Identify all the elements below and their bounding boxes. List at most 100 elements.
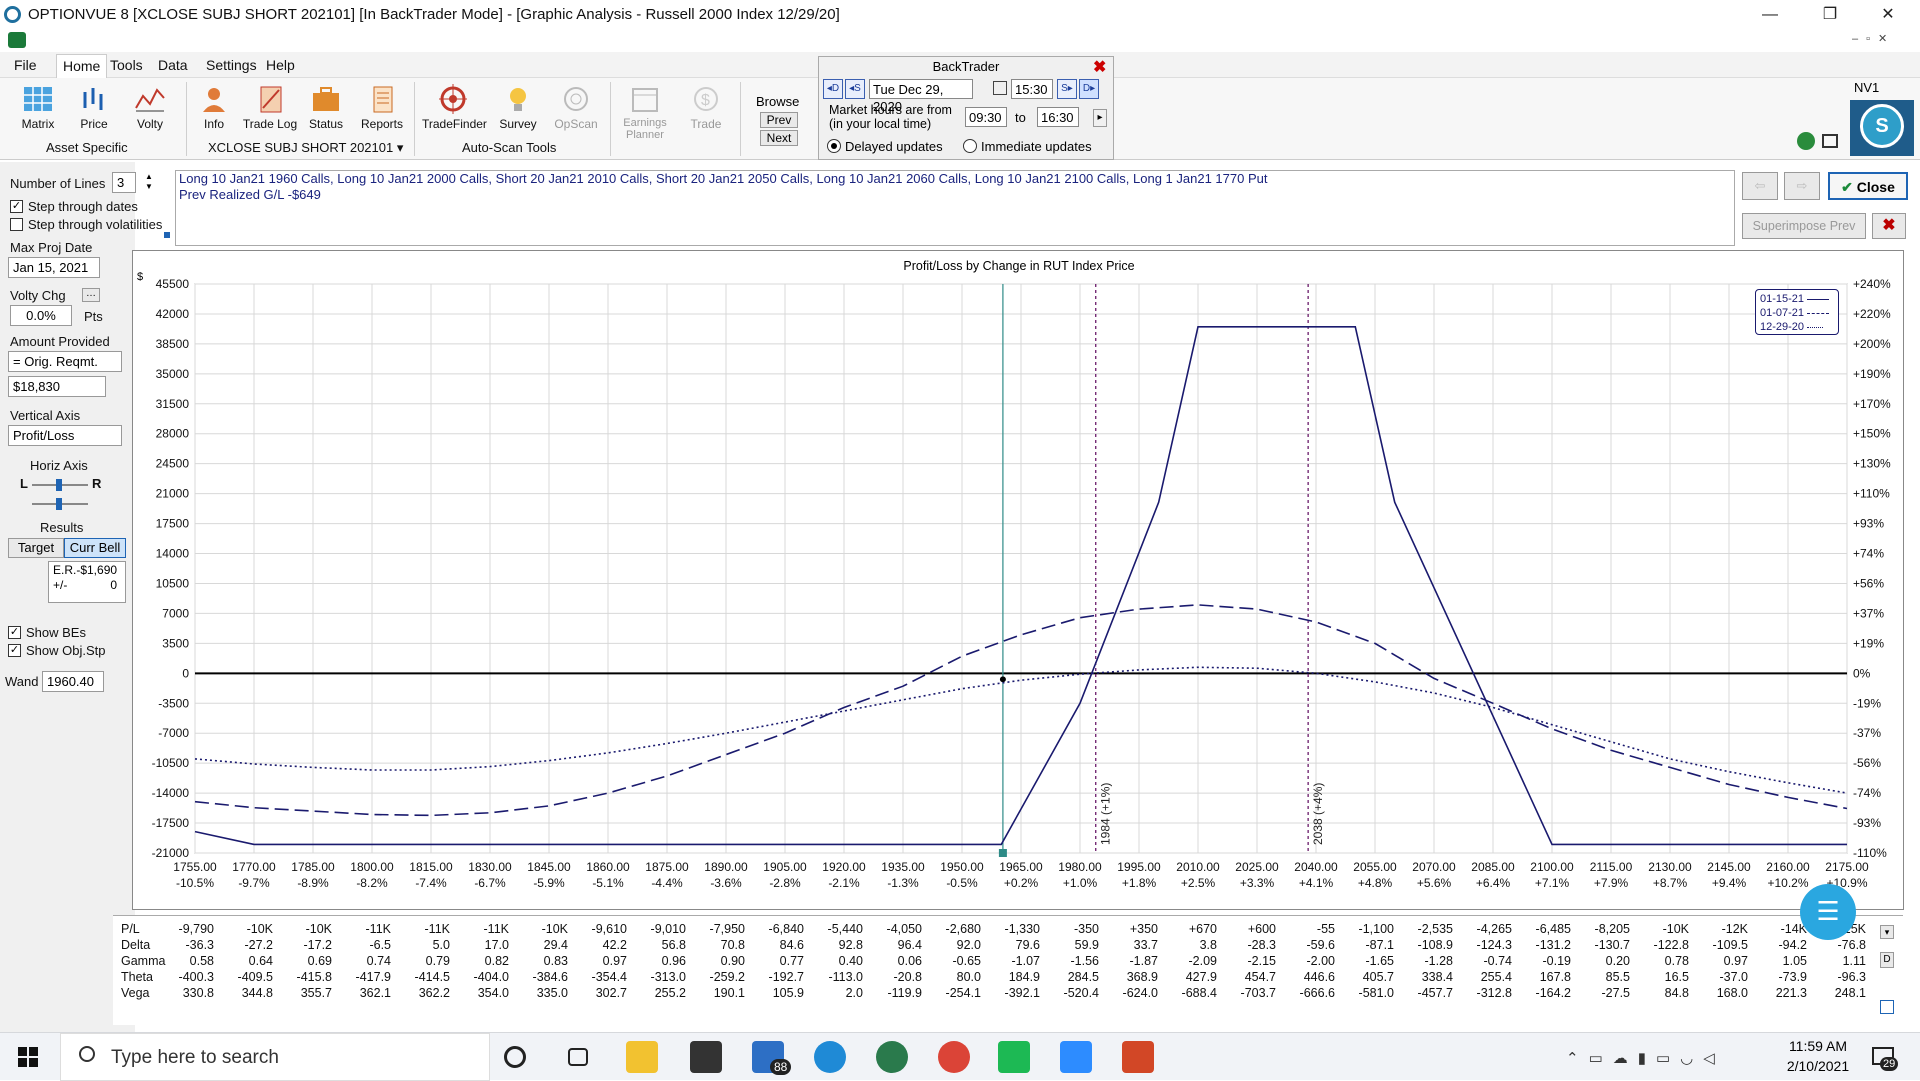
- step-vols-checkbox[interactable]: [10, 218, 23, 231]
- task-view-icon[interactable]: [568, 1048, 588, 1066]
- num-lines-spinner[interactable]: ▲ ▼: [143, 172, 155, 193]
- clear-x-button[interactable]: ✖: [1872, 213, 1906, 239]
- num-lines-input[interactable]: 3: [112, 172, 136, 193]
- zoom-icon[interactable]: [1060, 1041, 1092, 1073]
- status-button[interactable]: Status: [296, 84, 356, 131]
- survey-button[interactable]: Survey: [488, 84, 548, 131]
- chrome-icon[interactable]: [938, 1041, 970, 1073]
- menu-file[interactable]: File: [14, 57, 37, 73]
- filter-icon[interactable]: ☰: [1800, 884, 1856, 940]
- volty-button[interactable]: Volty: [120, 84, 180, 131]
- trade-log-button[interactable]: Trade Log: [240, 84, 300, 131]
- earnings-planner-label: Earnings Planner: [623, 117, 667, 141]
- horiz-zoom-slider[interactable]: [32, 498, 88, 510]
- windows-start-icon[interactable]: [18, 1047, 38, 1067]
- x-tick-pct-label: -9.7%: [238, 876, 270, 890]
- max-proj-input[interactable]: Jan 15, 2021: [8, 257, 100, 278]
- backtrader-time[interactable]: 15:30: [1011, 79, 1053, 99]
- volty-chg-input[interactable]: 0.0%: [10, 305, 72, 326]
- amount-select[interactable]: = Orig. Reqmt.: [8, 351, 122, 372]
- back-day-button[interactable]: ◂D: [823, 79, 843, 99]
- pm-value: 0: [110, 578, 117, 592]
- target-button[interactable]: Target: [8, 538, 64, 558]
- backtrader-date[interactable]: Tue Dec 29, 2020: [869, 79, 973, 114]
- taskbar-search[interactable]: Type here to search: [60, 1033, 490, 1081]
- back-step-button[interactable]: ◂S: [845, 79, 865, 99]
- restore-button[interactable]: ❐: [1808, 2, 1852, 28]
- refresh-icon[interactable]: [1797, 132, 1815, 150]
- forward-step-button[interactable]: S▸: [1057, 79, 1077, 99]
- immediate-radio[interactable]: [963, 139, 977, 153]
- hours-from-input[interactable]: 09:30: [965, 107, 1007, 127]
- greek-cell: 0.83: [543, 954, 568, 968]
- menu-tools[interactable]: Tools: [110, 57, 143, 73]
- export-icon[interactable]: [1880, 1000, 1894, 1014]
- system-tray[interactable]: ⌃▭☁▮▭◡◁: [1566, 1049, 1725, 1067]
- table-d-button[interactable]: D: [1880, 952, 1894, 968]
- info-button[interactable]: Info: [184, 84, 244, 131]
- price-button[interactable]: Price: [64, 84, 124, 131]
- x-tick-pct-label: +9.4%: [1712, 876, 1747, 890]
- trade-button[interactable]: $ Trade: [676, 84, 736, 131]
- opscan-button[interactable]: OpScan: [546, 84, 606, 131]
- spotify-icon[interactable]: [998, 1041, 1030, 1073]
- cortana-icon[interactable]: [504, 1046, 526, 1068]
- amount-input[interactable]: $18,830: [8, 376, 106, 397]
- tradefinder-button[interactable]: TradeFinder: [422, 84, 487, 131]
- step-dates-checkbox[interactable]: ✓: [10, 200, 23, 213]
- hours-arrow-button[interactable]: ▸: [1093, 109, 1107, 127]
- x-tick-label: 1905.00: [763, 860, 807, 874]
- close-button[interactable]: ✔ Close: [1828, 172, 1908, 200]
- mdi-controls[interactable]: –▫✕: [1852, 32, 1895, 45]
- browse-prev-button[interactable]: Prev: [760, 112, 798, 128]
- file-explorer-icon[interactable]: [626, 1041, 658, 1073]
- optionvue-taskbar-icon[interactable]: [876, 1041, 908, 1073]
- resize-handle[interactable]: [164, 232, 170, 238]
- prev-arrow-button[interactable]: ⇦: [1742, 172, 1778, 200]
- horiz-axis-label: Horiz Axis: [30, 458, 88, 473]
- wand-input[interactable]: 1960.40: [42, 671, 104, 692]
- horiz-lr-slider[interactable]: [32, 479, 88, 491]
- volatility-icon: [135, 88, 165, 112]
- menu-data[interactable]: Data: [158, 57, 188, 73]
- powerpoint-icon[interactable]: [1122, 1041, 1154, 1073]
- calendar-picker-icon[interactable]: [993, 81, 1007, 95]
- x-tick-pct-label: +10.2%: [1767, 876, 1808, 890]
- ribbon-separator: [740, 82, 741, 156]
- title-bar: OPTIONVUE 8 [XCLOSE SUBJ SHORT 202101] […: [0, 0, 1920, 30]
- greek-cell: -520.4: [1063, 986, 1099, 1000]
- printer-icon[interactable]: [1822, 134, 1838, 148]
- delayed-radio[interactable]: [827, 139, 841, 153]
- volty-chg-more-button[interactable]: …: [82, 288, 100, 302]
- x-tick-pct-label: +1.8%: [1122, 876, 1157, 890]
- reports-button[interactable]: Reports: [352, 84, 412, 131]
- curr-bell-button[interactable]: Curr Bell: [64, 538, 126, 558]
- backtrader-close-icon[interactable]: ✖: [1093, 57, 1106, 77]
- browse-next-button[interactable]: Next: [760, 130, 798, 146]
- earnings-planner-button[interactable]: Earnings Planner: [614, 84, 676, 141]
- amount-label: Amount Provided: [10, 334, 110, 349]
- profit-loss-chart[interactable]: 1755.00 -10.5% 1770.00 -9.7% 1785.00 -8.9% 180…: [133, 251, 1905, 911]
- close-window-button[interactable]: ✕: [1866, 2, 1910, 28]
- forward-day-button[interactable]: D▸: [1079, 79, 1099, 99]
- store-icon[interactable]: [690, 1041, 722, 1073]
- show-obj-checkbox[interactable]: ✓: [8, 644, 21, 657]
- menu-settings[interactable]: Settings: [206, 57, 257, 73]
- vertical-axis-select[interactable]: Profit/Loss: [8, 425, 122, 446]
- menu-help[interactable]: Help: [266, 57, 295, 73]
- minimize-button[interactable]: —: [1748, 2, 1792, 28]
- subject-dropdown[interactable]: XCLOSE SUBJ SHORT 202101 ▾: [208, 140, 403, 156]
- edge-icon[interactable]: [814, 1041, 846, 1073]
- greek-cell: 405.7: [1362, 970, 1394, 984]
- show-bes-checkbox[interactable]: ✓: [8, 626, 21, 639]
- superimpose-prev-button[interactable]: Superimpose Prev: [1742, 213, 1866, 239]
- greek-cell: -94.2: [1778, 938, 1808, 952]
- greek-cell: -164.2: [1535, 986, 1571, 1000]
- greek-cell: 1.11: [1842, 954, 1866, 968]
- greek-cell: -130.7: [1594, 938, 1630, 952]
- hours-to-input[interactable]: 16:30: [1037, 107, 1079, 127]
- next-arrow-button[interactable]: ⇨: [1784, 172, 1820, 200]
- menu-home[interactable]: Home: [56, 54, 108, 78]
- matrix-button[interactable]: Matrix: [8, 84, 68, 131]
- table-scroll-button[interactable]: ▾: [1880, 925, 1894, 939]
